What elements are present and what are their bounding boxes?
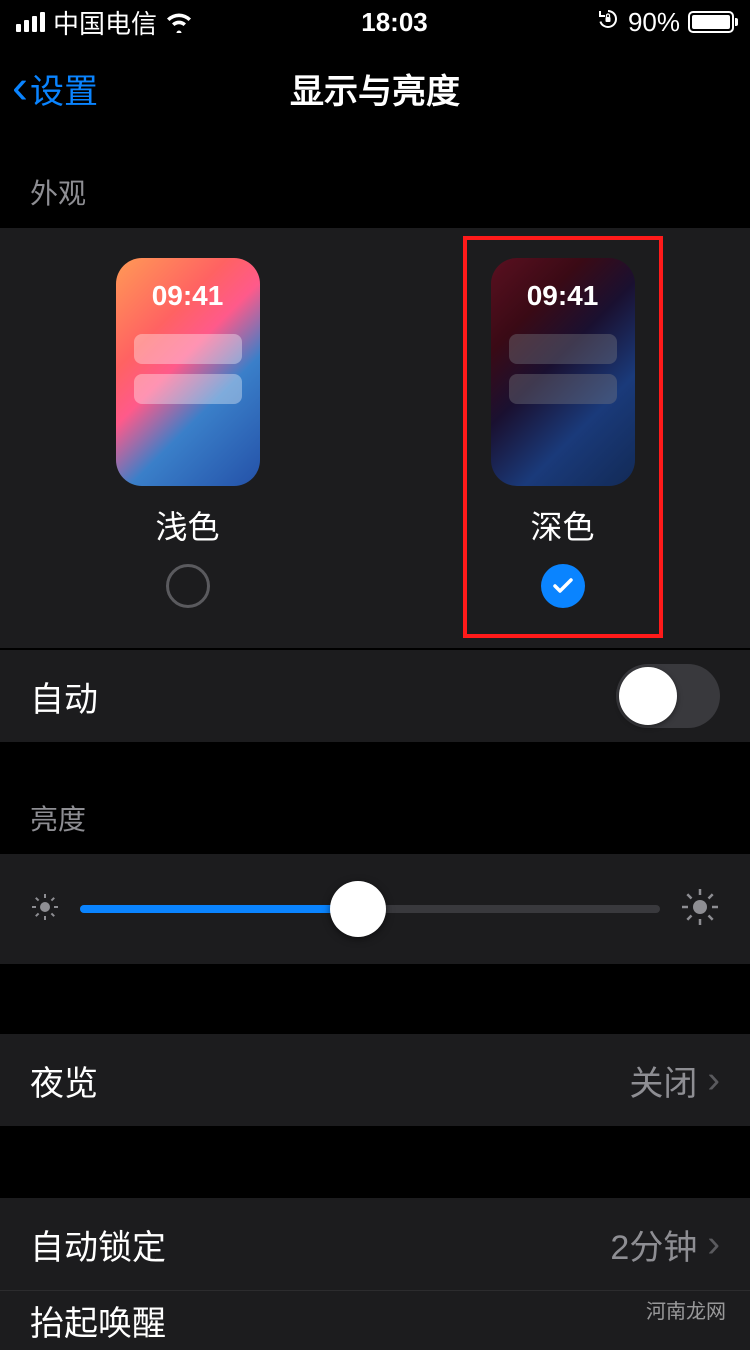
carrier-label: 中国电信 — [53, 4, 157, 41]
sun-large-icon — [680, 887, 720, 932]
brightness-slider[interactable] — [80, 905, 660, 913]
battery-icon — [688, 11, 734, 33]
preview-time-light: 09:41 — [116, 280, 260, 312]
row-night-shift[interactable]: 夜览 关闭 › — [0, 1034, 750, 1126]
night-shift-label: 夜览 — [30, 1056, 98, 1105]
preview-time-dark: 09:41 — [491, 280, 635, 312]
status-time: 18:03 — [361, 7, 428, 38]
row-auto[interactable]: 自动 — [0, 650, 750, 742]
auto-lock-label: 自动锁定 — [30, 1220, 166, 1269]
preview-light: 09:41 — [116, 258, 260, 486]
battery-percent: 90% — [628, 7, 680, 38]
brightness-row — [0, 854, 750, 964]
preview-dark: 09:41 — [491, 258, 635, 486]
section-header-brightness: 亮度 — [0, 742, 750, 854]
appearance-option-light[interactable]: 09:41 浅色 — [116, 258, 260, 608]
radio-checked-icon[interactable] — [541, 564, 585, 608]
row-auto-lock[interactable]: 自动锁定 2分钟 › — [0, 1198, 750, 1290]
orientation-lock-icon — [596, 7, 620, 38]
chevron-right-icon: › — [707, 1059, 720, 1102]
nav-bar: ‹ 设置 显示与亮度 — [0, 44, 750, 132]
appearance-option-dark[interactable]: 09:41 深色 — [491, 258, 635, 608]
night-shift-value: 关闭 — [629, 1056, 697, 1105]
toggle-auto[interactable] — [616, 664, 720, 728]
raise-to-wake-label: 抬起唤醒 — [30, 1296, 166, 1345]
appearance-light-label: 浅色 — [155, 502, 219, 548]
auto-label: 自动 — [30, 672, 98, 721]
row-raise-to-wake[interactable]: 抬起唤醒 — [0, 1290, 750, 1350]
watermark: 河南龙网 — [646, 1295, 726, 1324]
back-button[interactable]: ‹ 设置 — [12, 64, 98, 113]
back-label: 设置 — [30, 64, 98, 113]
chevron-right-icon: › — [707, 1223, 720, 1266]
status-bar: 中国电信 18:03 90% — [0, 0, 750, 44]
chevron-left-icon: ‹ — [12, 64, 28, 112]
appearance-panel: 09:41 浅色 09:41 深色 — [0, 228, 750, 648]
auto-lock-value: 2分钟 — [610, 1220, 697, 1269]
radio-unchecked-icon[interactable] — [166, 564, 210, 608]
section-header-appearance: 外观 — [0, 132, 750, 228]
sun-small-icon — [30, 892, 60, 927]
signal-strength-icon — [16, 12, 45, 32]
slider-thumb[interactable] — [330, 881, 386, 937]
appearance-dark-label: 深色 — [530, 502, 594, 548]
wifi-icon — [165, 11, 193, 33]
page-title: 显示与亮度 — [290, 64, 460, 113]
